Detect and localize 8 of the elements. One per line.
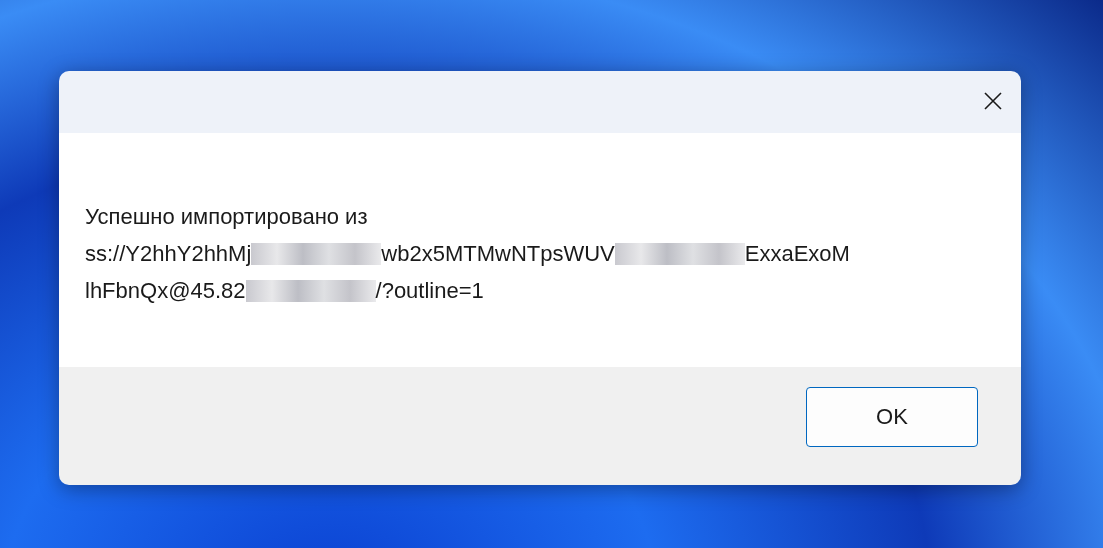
close-icon	[983, 91, 1003, 111]
message-text: lhFbnQx@45.82	[85, 277, 246, 304]
message-text: Успешно импортировано из	[85, 203, 368, 230]
ok-button[interactable]: OK	[806, 387, 978, 447]
message-text: /?outline=1	[375, 277, 484, 304]
message-text: ss://Y2hhY2hhMj	[85, 240, 252, 267]
message-text: ExxaExoM	[744, 240, 850, 267]
message-text: wb2x5MTMwNTpsWUV	[381, 240, 615, 267]
